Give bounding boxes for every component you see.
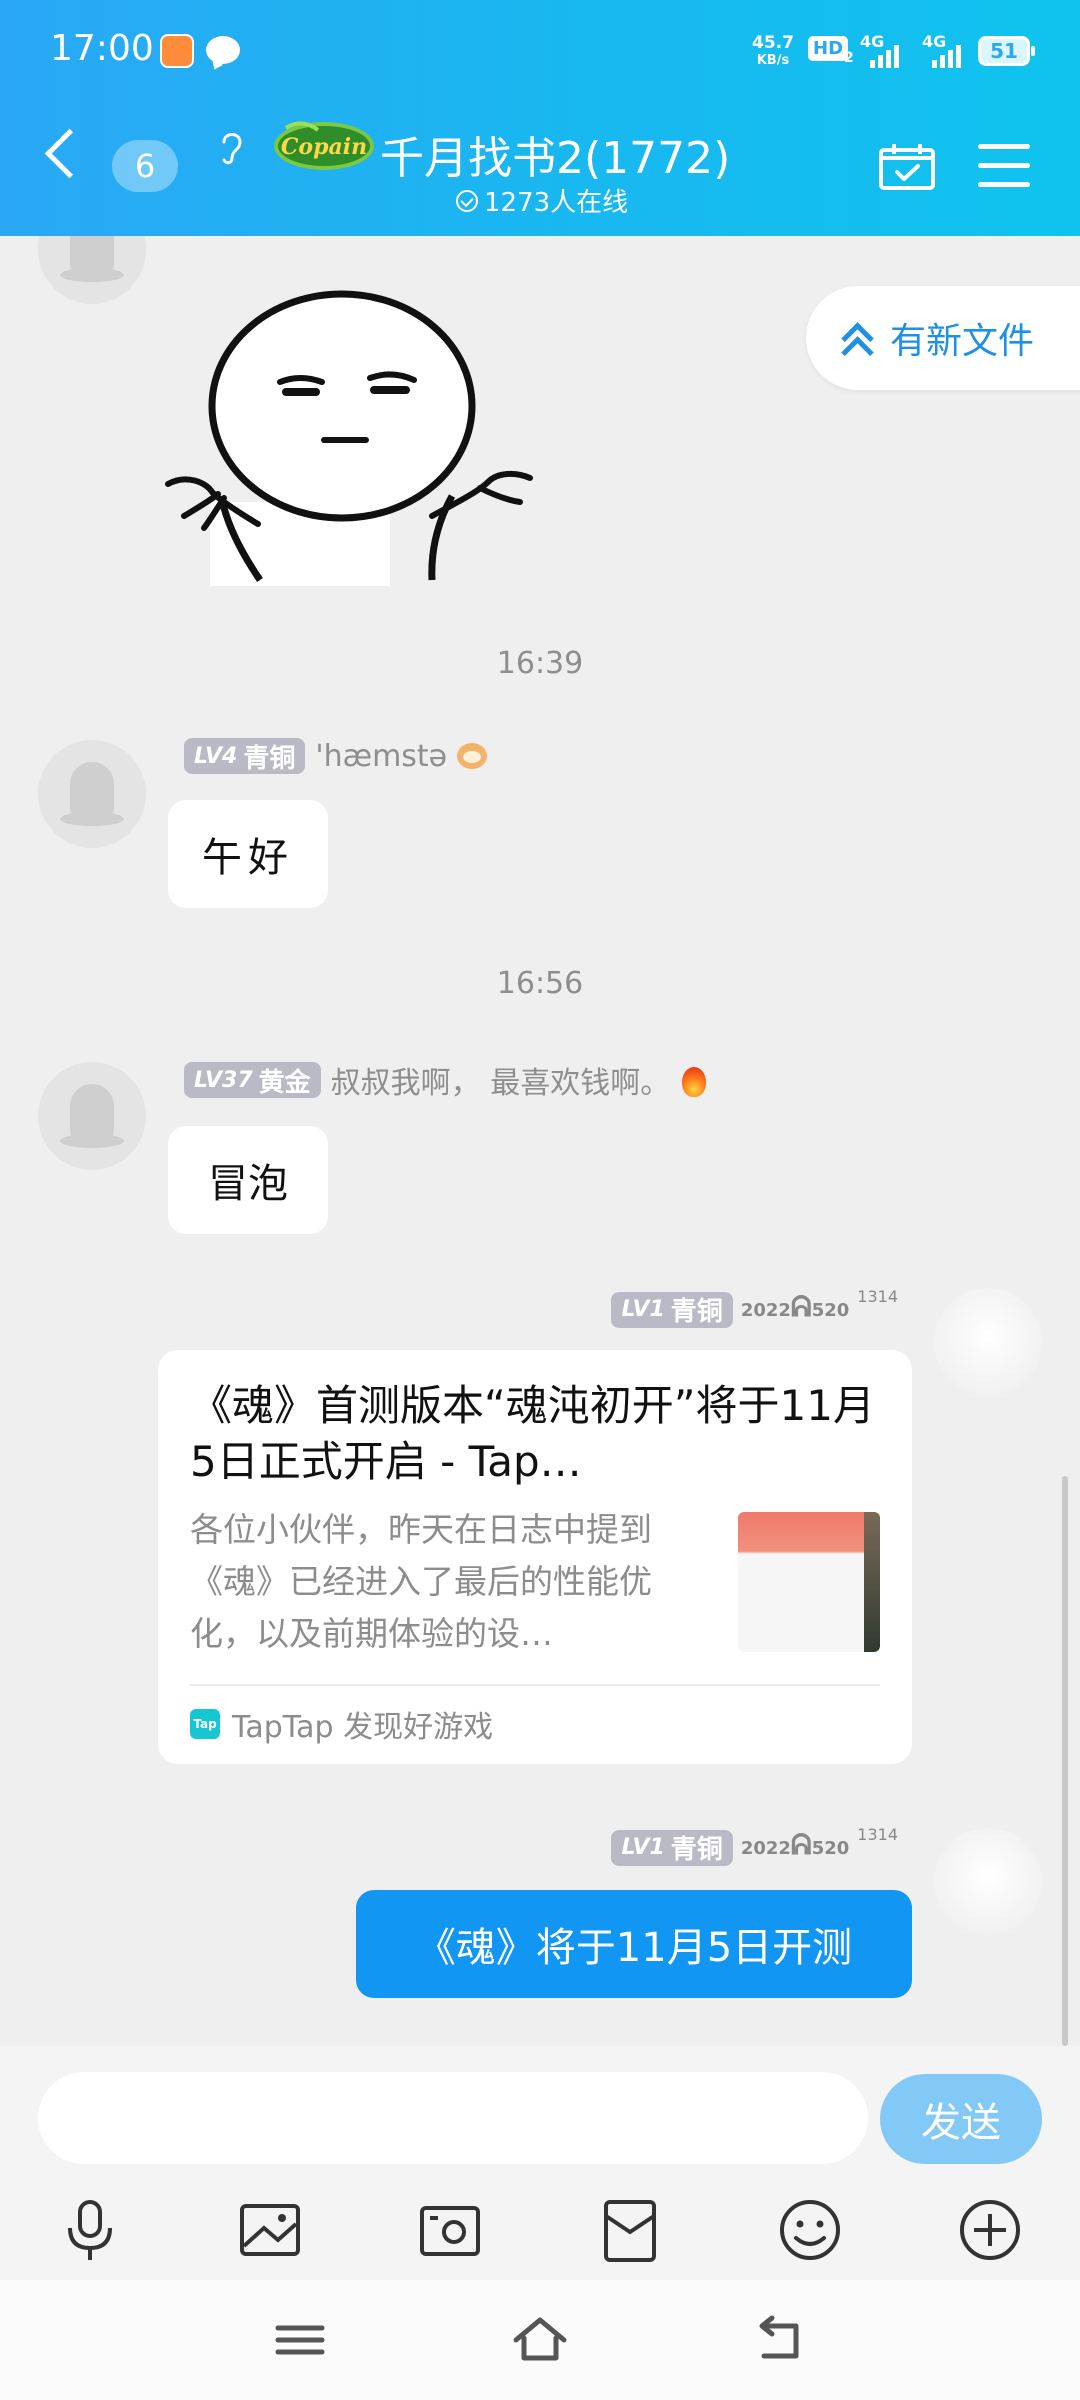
rank-label: 青铜 <box>243 743 296 774</box>
sender-name-sup: 1314 <box>857 1825 898 1844</box>
sender-row: LV4 青铜 'hæmstə <box>184 738 488 774</box>
composer-bar: 发送 <box>0 2046 1080 2180</box>
image-icon[interactable] <box>234 2194 306 2266</box>
avatar[interactable] <box>38 740 146 848</box>
link-card-body: 各位小伙伴，昨天在日志中提到《魂》已经进入了最后的性能优化，以及前期体验的设… <box>190 1504 880 1660</box>
net-speed-unit: KB/s <box>756 53 790 68</box>
shrug-sticker[interactable] <box>160 266 540 586</box>
sender-name-glyph: ᕱ <box>790 1290 812 1323</box>
chat-notification-icon <box>206 36 240 64</box>
recent-apps-icon[interactable] <box>270 2312 330 2368</box>
battery-icon: 51 <box>978 36 1035 66</box>
back-nav-icon[interactable] <box>750 2312 810 2368</box>
sender-row: LV1 青铜 2022ᕱ520 1314 <box>611 1825 898 1866</box>
chat-area[interactable]: 有新文件 16:39 LV4 青铜 'hæmstə 午好 16:56 LV37 … <box>0 236 1080 2046</box>
emoji-icon[interactable] <box>774 2194 846 2266</box>
link-card-thumbnail <box>738 1512 880 1652</box>
home-icon[interactable] <box>510 2312 570 2368</box>
timestamp: 16:56 <box>496 966 584 1001</box>
message-bubble[interactable]: 冒泡 <box>168 1126 328 1234</box>
link-card-source: Tap TapTap 发现好游戏 <box>190 1702 880 1746</box>
avatar[interactable] <box>934 1288 1042 1396</box>
composer-toolbar <box>0 2180 1080 2280</box>
back-icon[interactable] <box>44 128 95 179</box>
menu-icon[interactable] <box>978 144 1030 188</box>
group-title[interactable]: 千月找书2(1772) <box>380 122 730 186</box>
net-speed-value: 45.7 <box>752 33 794 53</box>
group-logo-text: Copain <box>281 134 367 160</box>
message-bubble[interactable]: 午好 <box>168 800 328 908</box>
unread-count-badge[interactable]: 6 <box>112 140 178 192</box>
sender-row: LV1 青铜 2022ᕱ520 1314 <box>611 1287 898 1328</box>
link-card-source-text: TapTap 发现好游戏 <box>232 1710 494 1745</box>
network-speed: 45.7 KB/s <box>752 34 794 70</box>
status-time: 17:00 <box>50 28 154 69</box>
sender-name[interactable]: 2022ᕱ520 <box>741 1828 849 1862</box>
microphone-icon[interactable] <box>54 2194 126 2266</box>
link-card-title: 《魂》首测版本“魂沌初开”将于11月5日正式开启 - Tap… <box>190 1381 875 1486</box>
level-label: LV37 <box>194 1067 253 1093</box>
sender-name-part: 2022 <box>740 1838 791 1859</box>
send-button[interactable]: 发送 <box>880 2074 1042 2164</box>
sender-name[interactable]: 叔叔我啊， 最喜欢钱啊。 <box>331 1058 671 1102</box>
sender-name-part: 520 <box>811 1838 850 1859</box>
system-nav-bar <box>0 2280 1080 2400</box>
sender-name[interactable]: 'hæmstə <box>315 739 447 774</box>
level-label: LV1 <box>621 1297 665 1322</box>
level-label: LV1 <box>621 1835 665 1860</box>
rank-label: 青铜 <box>670 1835 723 1865</box>
online-check-icon <box>456 189 478 212</box>
sender-row: LV37 黄金 叔叔我啊， 最喜欢钱啊。 <box>184 1058 708 1102</box>
red-packet-icon[interactable] <box>594 2194 666 2266</box>
ear-icon[interactable] <box>218 128 246 168</box>
message-input[interactable] <box>38 2072 868 2164</box>
rank-label: 黄金 <box>258 1067 311 1098</box>
sender-name-glyph: ᕱ <box>790 1828 812 1861</box>
sender-name-sup: 1314 <box>857 1287 898 1306</box>
sender-name-part: 2022 <box>740 1300 791 1321</box>
divider <box>190 1684 880 1686</box>
avatar[interactable] <box>38 1062 146 1170</box>
hd-icon: HD <box>808 36 849 61</box>
camera-icon[interactable] <box>414 2194 486 2266</box>
signal-icon: 4G <box>860 32 910 68</box>
new-files-button[interactable]: 有新文件 <box>806 286 1080 390</box>
level-label: LV4 <box>194 743 238 769</box>
avatar[interactable] <box>38 236 146 304</box>
sender-name-part: 520 <box>811 1300 850 1321</box>
app-notification-icon <box>160 34 194 68</box>
group-logo: Copain <box>274 121 374 170</box>
hd-sub: 2 <box>844 50 854 66</box>
timestamp: 16:39 <box>496 646 584 681</box>
online-count: 1273人在线 <box>456 182 628 219</box>
avatar[interactable] <box>934 1828 1042 1936</box>
link-card-description: 各位小伙伴，昨天在日志中提到《魂》已经进入了最后的性能优化，以及前期体验的设… <box>190 1510 652 1653</box>
level-badge: LV1 青铜 <box>611 1291 733 1328</box>
header-bar: 17:00 45.7 KB/s HD 2 4G 4G 51 6 Copain 千… <box>0 0 1080 236</box>
level-badge: LV4 青铜 <box>184 738 306 774</box>
scrollbar[interactable] <box>1062 1476 1068 2046</box>
link-card[interactable]: 《魂》首测版本“魂沌初开”将于11月5日正式开启 - Tap… 各位小伙伴，昨天… <box>158 1350 912 1764</box>
signal-icon: 4G <box>922 32 972 68</box>
plus-icon[interactable] <box>954 2194 1026 2266</box>
rank-label: 青铜 <box>670 1297 723 1327</box>
message-bubble[interactable]: 《魂》将于11月5日开测 <box>356 1890 912 1998</box>
new-files-label: 有新文件 <box>890 321 1035 362</box>
level-badge: LV37 黄金 <box>184 1062 321 1098</box>
hamster-emoji-icon <box>457 743 488 769</box>
level-badge: LV1 青铜 <box>611 1829 733 1866</box>
double-chevron-up-icon <box>841 321 874 369</box>
sender-name[interactable]: 2022ᕱ520 <box>741 1290 849 1324</box>
taptap-icon: Tap <box>190 1709 220 1739</box>
online-count-text: 1273人在线 <box>484 188 629 218</box>
fire-emoji-icon <box>680 1063 708 1097</box>
calendar-check-icon[interactable] <box>878 142 936 190</box>
